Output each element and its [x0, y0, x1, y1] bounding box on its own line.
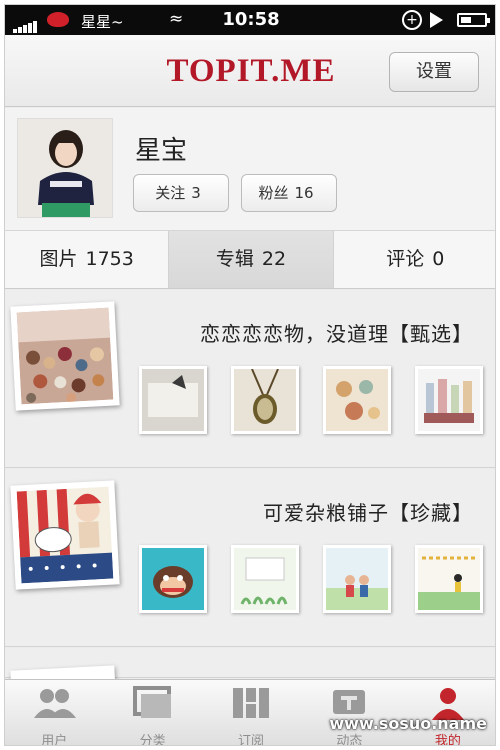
status-bar: 星星~ ≈ 10:58 + — [5, 5, 495, 35]
tabbar-item-users[interactable]: 用户 — [5, 680, 103, 746]
tab-albums-count: 22 — [261, 248, 287, 270]
battery-icon — [457, 13, 490, 27]
category-icon — [132, 686, 171, 718]
following-button[interactable]: 关注 3 — [133, 174, 229, 212]
album-title: 可爱杂粮铺子【珍藏】 — [263, 501, 473, 525]
tabbar-item-activity[interactable]: 动态 — [300, 680, 398, 745]
thumbnail[interactable] — [139, 545, 207, 613]
following-count: 3 — [191, 184, 201, 202]
users-icon — [34, 689, 77, 718]
tab-pictures-count: 1753 — [85, 248, 134, 270]
thumbnail[interactable] — [231, 545, 299, 613]
thumbnail[interactable] — [323, 545, 391, 613]
followers-count: 16 — [294, 184, 314, 202]
album-title: 恋恋恋恋物，没道理【甄选】 — [200, 322, 473, 346]
nav-bar: TOPIT.ME 设置 — [5, 35, 495, 107]
tab-pictures-label: 图片 — [39, 248, 78, 270]
album-cover[interactable] — [10, 480, 120, 590]
album-thumbnails — [133, 366, 493, 438]
watermark: www.sosuo.name — [329, 714, 487, 733]
thumbnail[interactable] — [415, 545, 483, 613]
following-label: 关注 — [155, 184, 186, 202]
thumbnail[interactable] — [139, 366, 207, 434]
tab-albums[interactable]: 专辑 22 — [169, 231, 334, 288]
followers-label: 粉丝 — [258, 184, 289, 202]
app-screen: 星星~ ≈ 10:58 + TOPIT.ME 设置 星宝 关注 3 粉丝 16 … — [4, 4, 496, 746]
profile-header: 星宝 关注 3 粉丝 16 — [5, 108, 495, 231]
album-item[interactable]: 可爱杂粮铺子【珍藏】 — [5, 469, 495, 647]
tabbar-item-subscribe[interactable]: 订阅 — [202, 680, 300, 746]
tab-pictures[interactable]: 图片 1753 — [5, 231, 170, 288]
subscribe-icon — [233, 688, 270, 718]
followers-button[interactable]: 粉丝 16 — [241, 174, 337, 212]
rotation-lock-icon: + — [402, 10, 422, 30]
avatar[interactable] — [17, 118, 113, 218]
album-item[interactable] — [5, 648, 495, 745]
album-item[interactable]: 恋恋恋恋物，没道理【甄选】 — [5, 290, 495, 468]
tabbar-label: 分类 — [139, 734, 166, 746]
profile-tabs: 图片 1753 专辑 22 评论 0 — [5, 231, 495, 289]
clock: 10:58 — [222, 9, 280, 30]
album-cover[interactable] — [10, 301, 120, 411]
tabbar-label: 用户 — [41, 734, 68, 746]
thumbnail[interactable] — [415, 366, 483, 434]
tab-comments[interactable]: 评论 0 — [334, 231, 495, 288]
tab-comments-label: 评论 — [386, 248, 425, 270]
thumbnail[interactable] — [323, 366, 391, 434]
tabbar-item-category[interactable]: 分类 — [103, 680, 201, 746]
tab-albums-label: 专辑 — [215, 248, 254, 270]
settings-button[interactable]: 设置 — [389, 52, 479, 92]
tabbar-item-me[interactable]: 我的 — [399, 680, 495, 745]
bottom-tab-bar: 用户 分类 订阅 动态 我的 www.sosuo.name — [5, 679, 495, 746]
tab-comments-count: 0 — [432, 248, 445, 270]
play-icon — [430, 12, 443, 28]
tabbar-label: 订阅 — [238, 734, 265, 746]
username: 星宝 — [135, 136, 188, 166]
album-thumbnails — [133, 545, 493, 617]
thumbnail[interactable] — [231, 366, 299, 434]
